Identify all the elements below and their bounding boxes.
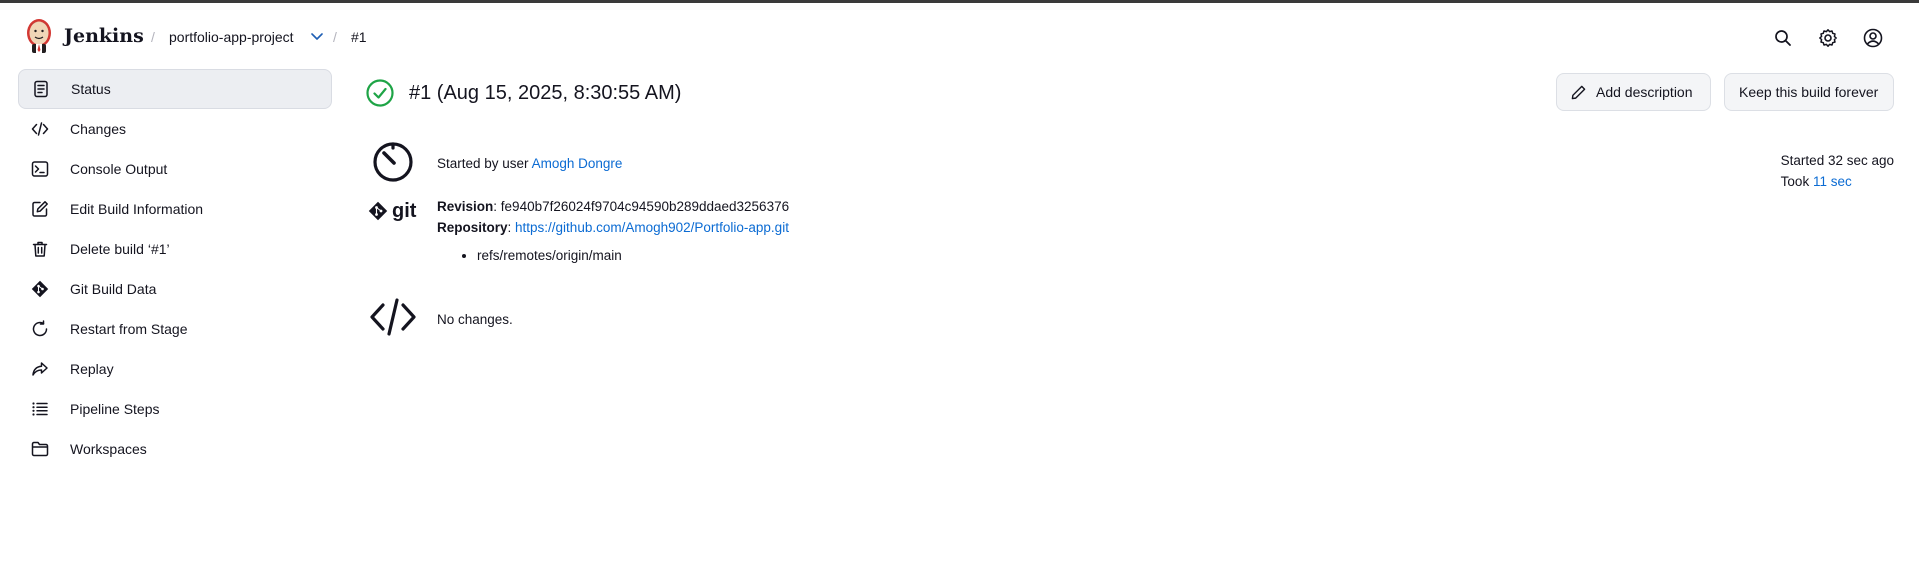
pencil-icon <box>1571 85 1586 99</box>
add-description-label: Add description <box>1596 84 1693 100</box>
list-item: refs/remotes/origin/main <box>477 246 789 266</box>
code-icon <box>30 119 50 139</box>
sidebar-item-label: Pipeline Steps <box>70 401 160 417</box>
restart-icon <box>30 319 50 339</box>
build-title-row: #1 (Aug 15, 2025, 8:30:55 AM) <box>365 78 681 108</box>
gear-icon <box>1819 29 1837 47</box>
user-account-button[interactable] <box>1862 27 1884 49</box>
user-link[interactable]: Amogh Dongre <box>532 156 623 171</box>
sidebar-item-label: Console Output <box>70 161 168 177</box>
breadcrumb-separator: / <box>333 29 337 45</box>
success-check-icon <box>366 79 394 107</box>
sidebar-item-console-output[interactable]: Console Output <box>18 149 332 189</box>
search-button[interactable] <box>1772 27 1794 49</box>
git-logo: git <box>365 196 421 226</box>
trash-icon <box>30 239 50 259</box>
sidebar-item-replay[interactable]: Replay <box>18 349 332 389</box>
sidebar-item-label: Workspaces <box>70 441 147 457</box>
branch-list: refs/remotes/origin/main <box>477 246 789 266</box>
jenkins-logo-icon <box>27 19 51 53</box>
list-icon <box>30 399 50 419</box>
sidebar-item-label: Git Build Data <box>70 281 157 297</box>
folder-icon <box>30 439 50 459</box>
sidebar-item-delete-build[interactable]: Delete build ‘#1’ <box>18 229 332 269</box>
page-title: #1 (Aug 15, 2025, 8:30:55 AM) <box>409 81 682 104</box>
revision-line: Revision: fe940b7f26024f9704c94590b289dd… <box>437 199 790 214</box>
header: Jenkins / portfolio-app-project / #1 <box>0 3 1919 69</box>
sidebar: Status Changes Console Output Edit Build… <box>18 69 332 469</box>
sidebar-item-workspaces[interactable]: Workspaces <box>18 429 332 469</box>
sidebar-item-pipeline-steps[interactable]: Pipeline Steps <box>18 389 332 429</box>
sidebar-item-changes[interactable]: Changes <box>18 109 332 149</box>
started-by-row: Started by user Amogh Dongre <box>365 136 622 186</box>
breadcrumb-item-build[interactable]: #1 <box>351 29 367 45</box>
sidebar-item-git-build-data[interactable]: Git Build Data <box>18 269 332 309</box>
user-icon <box>1863 28 1883 48</box>
replay-icon <box>30 359 50 379</box>
build-meta: Started 32 sec ago Took 11 sec <box>1781 150 1894 192</box>
sidebar-item-label: Status <box>71 81 111 97</box>
took-prefix: Took <box>1780 174 1810 189</box>
sidebar-item-label: Delete build ‘#1’ <box>70 241 170 257</box>
repository-line: Repository: https://github.com/Amogh902/… <box>437 220 789 235</box>
revision-label: Revision <box>437 199 494 214</box>
sidebar-item-label: Restart from Stage <box>70 321 188 337</box>
sidebar-item-edit-build-information[interactable]: Edit Build Information <box>18 189 332 229</box>
sidebar-item-label: Changes <box>70 121 127 137</box>
git-icon <box>30 279 50 299</box>
sidebar-item-label: Edit Build Information <box>70 201 204 217</box>
build-duration-link[interactable]: 11 sec <box>1813 174 1852 189</box>
breadcrumb-item-project[interactable]: portfolio-app-project <box>169 29 294 45</box>
settings-button[interactable] <box>1817 27 1839 49</box>
git-logo-text: git <box>392 199 417 222</box>
code-icon <box>365 292 421 342</box>
terminal-icon <box>30 159 50 179</box>
started-by-text: Started by user <box>437 156 529 171</box>
add-description-button[interactable]: Add description <box>1556 73 1711 111</box>
git-diamond-icon <box>368 201 388 221</box>
status-icon <box>31 79 51 99</box>
git-row: git Revision: fe940b7f26024f9704c94590b2… <box>365 196 789 266</box>
no-changes-text: No changes. <box>437 312 513 327</box>
timer-icon <box>365 136 421 186</box>
sidebar-item-status[interactable]: Status <box>18 69 332 109</box>
brand-name: Jenkins <box>64 25 144 47</box>
edit-icon <box>30 199 50 219</box>
keep-build-forever-label: Keep this build forever <box>1739 84 1879 100</box>
repository-link[interactable]: https://github.com/Amogh902/Portfolio-ap… <box>515 220 789 235</box>
revision-value: fe940b7f26024f9704c94590b289ddaed3256376 <box>500 199 790 214</box>
took-line: Took 11 sec <box>1781 171 1894 192</box>
started-ago: Started 32 sec ago <box>1780 153 1894 168</box>
sidebar-item-label: Replay <box>70 361 114 377</box>
chevron-down-icon[interactable] <box>311 32 323 42</box>
brand[interactable]: Jenkins <box>24 17 144 55</box>
sidebar-item-restart-from-stage[interactable]: Restart from Stage <box>18 309 332 349</box>
changes-row: No changes. <box>365 292 513 342</box>
search-icon <box>1775 30 1791 46</box>
repository-label: Repository <box>437 220 508 235</box>
keep-build-forever-button[interactable]: Keep this build forever <box>1724 73 1894 111</box>
breadcrumb-separator: / <box>151 29 155 45</box>
